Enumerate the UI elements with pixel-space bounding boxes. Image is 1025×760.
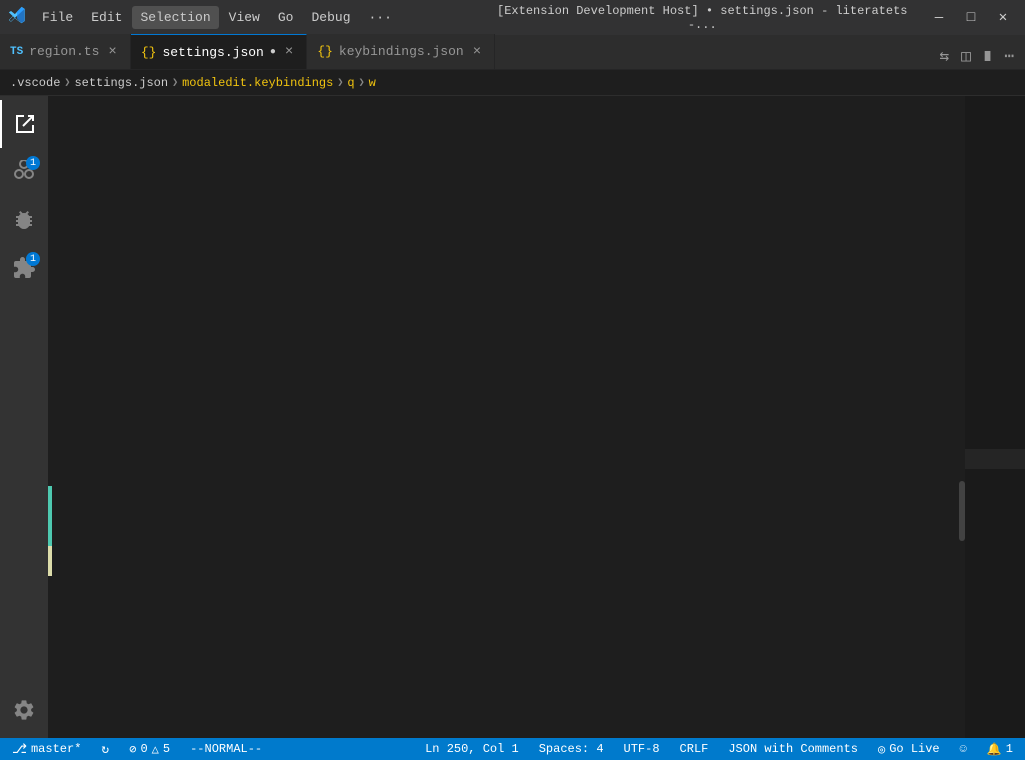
live-share-icon: ◎	[878, 742, 885, 757]
indentation: Spaces: 4	[539, 742, 604, 756]
breadcrumb-vscode[interactable]: .vscode	[10, 76, 60, 90]
breadcrumb-sep-4: ❯	[359, 77, 365, 89]
warning-icon: △	[152, 742, 159, 757]
activity-debug[interactable]	[0, 196, 48, 244]
breadcrumb: .vscode ❯ settings.json ❯ modaledit.keyb…	[0, 70, 1025, 96]
main-area: 1 1	[0, 96, 1025, 738]
maximize-button[interactable]: □	[957, 4, 985, 32]
status-branch[interactable]: ⎇ master*	[8, 742, 85, 757]
layout-button[interactable]: ◫	[958, 43, 974, 69]
line-ending: CRLF	[680, 742, 709, 756]
status-feedback[interactable]: ☺	[956, 742, 971, 756]
sidebar-button[interactable]: ∎	[980, 43, 996, 69]
menu-more[interactable]: ···	[361, 6, 400, 29]
source-control-badge: 1	[26, 156, 40, 170]
warning-count: 5	[163, 742, 170, 756]
tab-region[interactable]: TS region.ts ×	[0, 34, 131, 69]
menu-go[interactable]: Go	[270, 6, 302, 29]
menu-selection[interactable]: Selection	[132, 6, 218, 29]
status-position[interactable]: Ln 250, Col 1	[421, 742, 523, 756]
status-encoding[interactable]: UTF-8	[620, 742, 664, 756]
tab-close-region[interactable]: ×	[105, 43, 119, 61]
status-branch-label: master*	[31, 742, 81, 756]
status-errors[interactable]: ⊘ 0 △ 5	[125, 742, 174, 757]
status-live-share[interactable]: ◎ Go Live	[874, 742, 944, 757]
more-actions-button[interactable]: ⋯	[1001, 43, 1017, 69]
activity-source-control[interactable]: 1	[0, 148, 48, 196]
status-line-ending[interactable]: CRLF	[676, 742, 713, 756]
tab-label-keybindings: keybindings.json	[339, 44, 464, 59]
editor-mode: --NORMAL--	[190, 742, 262, 756]
status-language[interactable]: JSON with Comments	[724, 742, 862, 756]
language-mode: JSON with Comments	[728, 742, 858, 756]
tab-icon-settings: {}	[141, 45, 157, 60]
breadcrumb-w[interactable]: w	[369, 76, 376, 90]
minimize-button[interactable]: —	[925, 4, 953, 32]
file-encoding: UTF-8	[624, 742, 660, 756]
notifications-icon: 🔔	[987, 742, 1002, 757]
line-numbers	[52, 96, 102, 738]
tab-actions: ⇆ ◫ ∎ ⋯	[928, 43, 1025, 69]
breadcrumb-modaledit[interactable]: modaledit.keybindings	[182, 76, 333, 90]
window-title: [Extension Development Host] • settings.…	[480, 4, 926, 32]
minimap[interactable]	[965, 96, 1025, 738]
status-sync[interactable]: ↻	[97, 742, 113, 757]
editor-container[interactable]	[52, 96, 1025, 738]
activity-explorer[interactable]	[0, 100, 48, 148]
status-bar: ⎇ master* ↻ ⊘ 0 △ 5 --NORMAL-- Ln 250, C…	[0, 738, 1025, 760]
breadcrumb-settings[interactable]: settings.json	[74, 76, 168, 90]
close-button[interactable]: ✕	[989, 4, 1017, 32]
tab-close-keybindings[interactable]: ×	[470, 43, 484, 61]
tab-modified-settings: ●	[270, 47, 276, 58]
activity-bar: 1 1	[0, 96, 48, 738]
notifications-count: 1	[1006, 742, 1013, 756]
status-mode[interactable]: --NORMAL--	[186, 742, 266, 756]
menu-bar: File Edit Selection View Go Debug ···	[34, 6, 480, 29]
vscode-logo	[8, 6, 26, 29]
tab-icon-region: TS	[10, 46, 23, 58]
menu-file[interactable]: File	[34, 6, 81, 29]
breadcrumb-sep-2: ❯	[172, 77, 178, 89]
split-editor-button[interactable]: ⇆	[936, 43, 952, 69]
breadcrumb-sep-1: ❯	[64, 77, 70, 89]
activity-extensions[interactable]: 1	[0, 244, 48, 292]
extensions-badge: 1	[26, 252, 40, 266]
minimap-highlight	[965, 449, 1025, 469]
cursor-position: Ln 250, Col 1	[425, 742, 519, 756]
tab-icon-keybindings: {}	[317, 44, 333, 59]
tab-settings[interactable]: {} settings.json ● ×	[131, 34, 307, 69]
error-count: 0	[140, 742, 147, 756]
editor-content[interactable]	[102, 96, 951, 738]
live-share-label: Go Live	[889, 742, 939, 756]
status-notifications[interactable]: 🔔 1	[983, 742, 1017, 757]
tab-bar: TS region.ts × {} settings.json ● × {} k…	[0, 35, 1025, 70]
breadcrumb-sep-3: ❯	[337, 77, 343, 89]
activity-accounts[interactable]	[0, 690, 48, 738]
tab-label-settings: settings.json	[162, 45, 263, 60]
status-spaces[interactable]: Spaces: 4	[535, 742, 608, 756]
menu-debug[interactable]: Debug	[303, 6, 358, 29]
title-bar: File Edit Selection View Go Debug ··· [E…	[0, 0, 1025, 35]
window-controls: — □ ✕	[925, 4, 1017, 32]
menu-view[interactable]: View	[221, 6, 268, 29]
scrollbar[interactable]	[951, 96, 965, 738]
tab-label-region: region.ts	[29, 44, 99, 59]
tab-keybindings[interactable]: {} keybindings.json ×	[307, 34, 495, 69]
menu-edit[interactable]: Edit	[83, 6, 130, 29]
error-icon: ⊘	[129, 742, 136, 757]
feedback-icon: ☺	[960, 742, 967, 756]
sync-icon: ↻	[101, 742, 109, 757]
branch-icon: ⎇	[12, 742, 27, 757]
tab-close-settings[interactable]: ×	[282, 43, 296, 61]
breadcrumb-q[interactable]: q	[347, 76, 354, 90]
